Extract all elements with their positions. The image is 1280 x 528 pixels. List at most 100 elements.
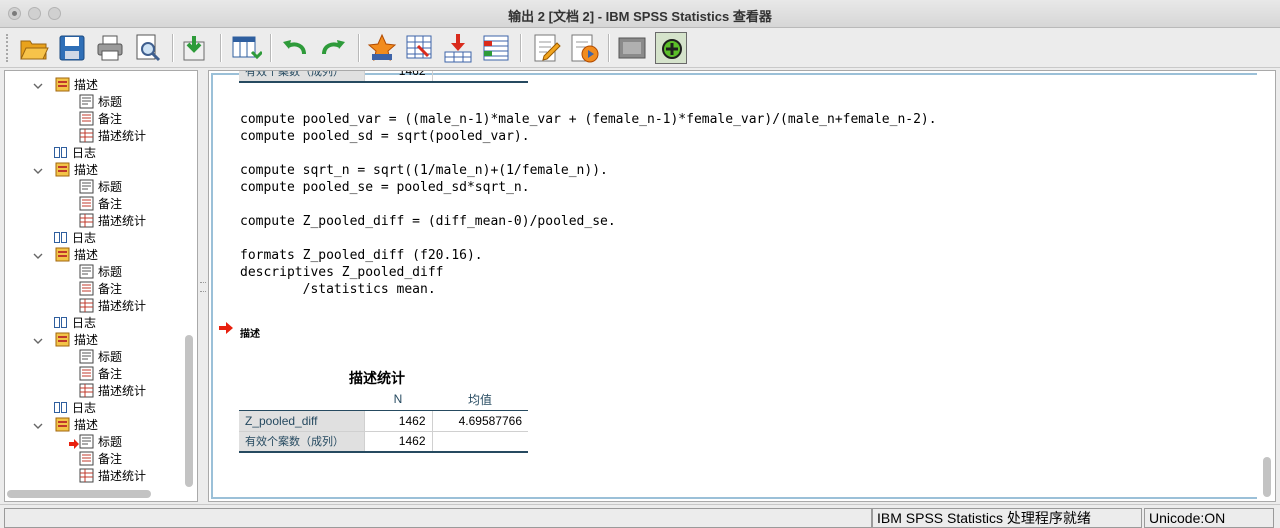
insert-text-icon[interactable] — [530, 32, 562, 64]
syntax-log[interactable]: compute pooled_var = ((male_n-1)*male_va… — [240, 111, 937, 298]
outline-item-node[interactable]: 描述统计 — [79, 468, 146, 485]
outline-heading-node[interactable]: 描述 — [55, 247, 98, 264]
syntax-line — [240, 196, 937, 213]
redo-icon[interactable] — [318, 32, 350, 64]
expand-chevron-icon[interactable] — [33, 421, 43, 431]
toolbar-separator — [270, 34, 272, 62]
syntax-line: compute pooled_var = ((male_n-1)*male_va… — [240, 112, 937, 127]
content-pane[interactable]: 有效个案数（成列） 1462 compute pooled_var = ((ma… — [208, 70, 1276, 502]
outline-item-node[interactable]: 备注 — [79, 366, 122, 383]
cell-mean — [431, 431, 528, 453]
table-icon — [79, 213, 94, 228]
content-vertical-scrollbar[interactable] — [1263, 457, 1271, 497]
print-preview-icon[interactable] — [132, 32, 164, 64]
cell-mean — [431, 71, 528, 83]
syntax-line: /statistics mean. — [240, 282, 436, 297]
notes-icon — [79, 451, 94, 466]
outline-log-node[interactable]: 日志 — [53, 400, 96, 417]
notes-icon — [79, 281, 94, 296]
outline-item-node[interactable]: 描述统计 — [79, 213, 146, 230]
print-icon[interactable] — [94, 32, 126, 64]
outline-item-node[interactable]: 标题 — [79, 349, 122, 366]
show-hide-icon[interactable] — [616, 32, 648, 64]
outline-item-node[interactable]: 描述统计 — [79, 383, 146, 400]
expand-chevron-icon[interactable] — [33, 81, 43, 91]
outline-item-node[interactable]: 标题 — [79, 179, 122, 196]
insert-heading-icon[interactable] — [442, 32, 474, 64]
outline-item-node[interactable]: 描述统计 — [79, 128, 146, 145]
goto-data-icon[interactable] — [230, 32, 264, 64]
table-icon — [79, 128, 94, 143]
outline-heading-node[interactable]: 描述 — [55, 162, 98, 179]
previous-stats-table[interactable]: 有效个案数（成列） 1462 — [239, 71, 528, 83]
outline-node-label: 标题 — [98, 95, 123, 109]
outline-vertical-scrollbar[interactable] — [185, 77, 193, 489]
outline-item-node[interactable]: 备注 — [79, 451, 122, 468]
open-icon[interactable] — [18, 32, 50, 64]
notes-icon — [79, 196, 94, 211]
toolbar-separator — [220, 34, 222, 62]
heading-icon — [55, 417, 70, 432]
outline-node-label: 描述 — [74, 163, 99, 177]
title-icon — [79, 349, 94, 364]
table-icon — [79, 383, 94, 398]
outline-node-label: 日志 — [72, 146, 97, 160]
notes-icon — [79, 111, 94, 126]
log-icon — [53, 145, 68, 160]
outline-log-node[interactable]: 日志 — [53, 145, 96, 162]
syntax-line: formats Z_pooled_diff (f20.16). — [240, 248, 483, 263]
toolbar-separator — [172, 34, 174, 62]
save-icon[interactable] — [56, 32, 88, 64]
descriptive-statistics-table[interactable]: N 均值 Z_pooled_diff 1462 4.69587766 有效个案数… — [239, 389, 528, 453]
outline-heading-node[interactable]: 描述 — [55, 332, 98, 349]
designate-window-icon[interactable] — [655, 32, 687, 64]
toolbar-separator — [358, 34, 360, 62]
outline-horizontal-scrollbar[interactable] — [7, 490, 151, 498]
unicode-status: Unicode:ON — [1144, 508, 1274, 528]
outline-item-node[interactable]: 标题 — [79, 434, 122, 451]
insert-title-icon[interactable] — [480, 32, 512, 64]
row-label: 有效个案数（成列） — [239, 71, 364, 83]
heading-icon — [55, 247, 70, 262]
current-item-arrow-icon — [219, 322, 233, 334]
goto-output-icon[interactable] — [366, 32, 398, 64]
syntax-line: compute pooled_sd = sqrt(pooled_var). — [240, 129, 530, 144]
expand-chevron-icon[interactable] — [33, 166, 43, 176]
table-title[interactable]: 描述统计 — [349, 368, 405, 388]
outline-item-node[interactable]: 标题 — [79, 94, 122, 111]
current-item-arrow-icon — [69, 438, 79, 449]
syntax-line: compute Z_pooled_diff = (diff_mean-0)/po… — [240, 214, 616, 229]
outline-item-node[interactable]: 备注 — [79, 281, 122, 298]
status-bar: IBM SPSS Statistics 处理程序就绪 Unicode:ON — [0, 504, 1280, 528]
outline-node-label: 描述统计 — [98, 214, 147, 228]
spss-viewer-window: 输出 2 [文档 2] - IBM SPSS Statistics 查看器 描述… — [0, 0, 1280, 528]
expand-chevron-icon[interactable] — [33, 336, 43, 346]
outline-item-node[interactable]: 描述统计 — [79, 298, 146, 315]
title-icon — [79, 179, 94, 194]
toolbar — [0, 28, 1280, 68]
undo-icon[interactable] — [278, 32, 310, 64]
cell-n: 1462 — [363, 71, 432, 83]
outline-pane[interactable]: 描述 标题 备注 描述统计 日志 描述 标题 备注 描述统计 日志 描述 标题 备注 描述统计 日志 描述 标题… — [4, 70, 198, 502]
table-row: 有效个案数（成列） 1462 — [239, 431, 528, 453]
outline-node-label: 标题 — [98, 435, 123, 449]
select-last-output-icon[interactable] — [404, 32, 436, 64]
title-bar: 输出 2 [文档 2] - IBM SPSS Statistics 查看器 — [0, 0, 1280, 28]
outline-heading-node[interactable]: 描述 — [55, 417, 98, 434]
outline-item-node[interactable]: 备注 — [79, 196, 122, 213]
outline-heading-node[interactable]: 描述 — [55, 77, 98, 94]
outline-node-label: 日志 — [72, 231, 97, 245]
outline-node-label: 备注 — [98, 197, 123, 211]
insert-graph-icon[interactable] — [568, 32, 600, 64]
descriptives-heading[interactable]: 描述 — [240, 325, 260, 340]
expand-chevron-icon[interactable] — [33, 251, 43, 261]
outline-log-node[interactable]: 日志 — [53, 315, 96, 332]
toolbar-grip — [6, 34, 10, 62]
pane-splitter[interactable] — [198, 70, 208, 502]
export-icon[interactable] — [180, 32, 212, 64]
outline-node-label: 描述统计 — [98, 469, 147, 483]
outline-item-node[interactable]: 备注 — [79, 111, 122, 128]
outline-log-node[interactable]: 日志 — [53, 230, 96, 247]
outline-item-node[interactable]: 标题 — [79, 264, 122, 281]
outline-scroll-thumb[interactable] — [185, 335, 193, 487]
